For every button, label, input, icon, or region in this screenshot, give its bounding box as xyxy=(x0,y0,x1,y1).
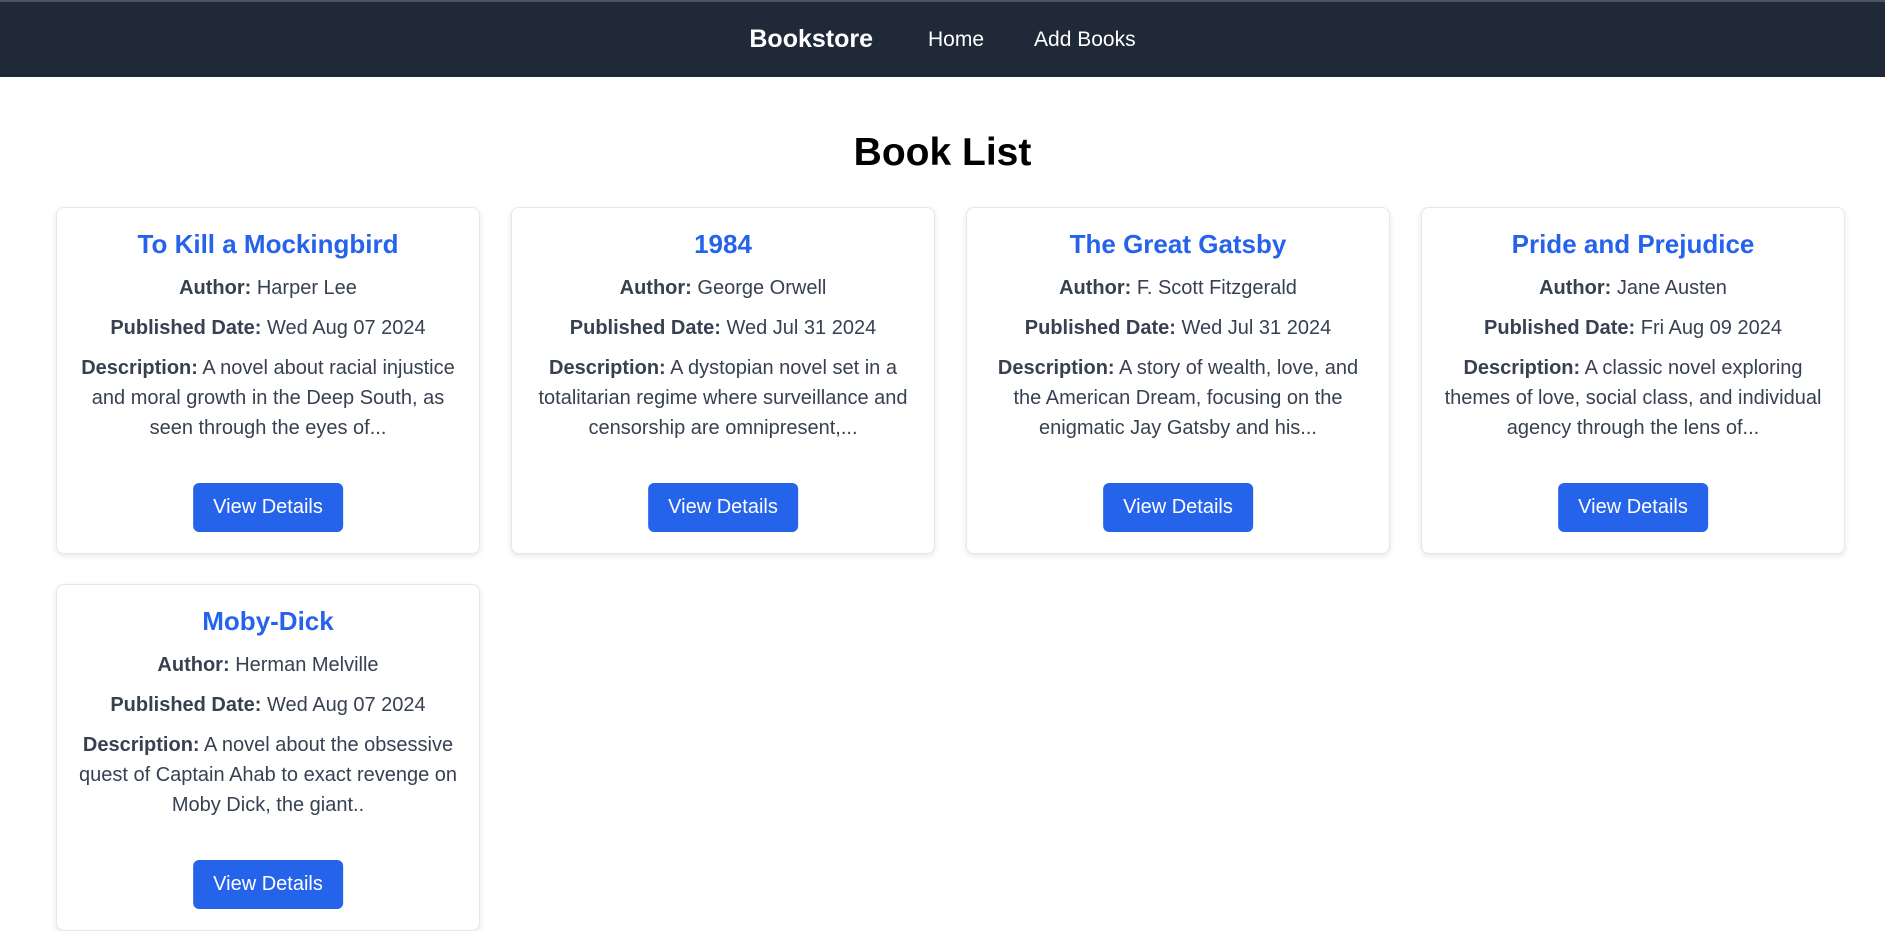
author-label: Author: xyxy=(157,654,230,676)
published-label: Published Date: xyxy=(1024,317,1176,339)
published-label: Published Date: xyxy=(1484,317,1636,339)
book-published: Published Date: Wed Jul 31 2024 xyxy=(985,313,1371,343)
author-value: F. Scott Fitzgerald xyxy=(1136,277,1297,299)
view-details-button[interactable]: View Details xyxy=(1103,483,1253,532)
published-value: Wed Jul 31 2024 xyxy=(726,317,877,339)
author-value: Herman Melville xyxy=(235,654,379,676)
book-published: Published Date: Wed Aug 07 2024 xyxy=(75,313,461,343)
book-card: The Great Gatsby Author: F. Scott Fitzge… xyxy=(966,207,1390,554)
author-value: Harper Lee xyxy=(256,277,357,299)
navbar: Bookstore Home Add Books xyxy=(0,2,1885,77)
book-description: Description: A story of wealth, love, an… xyxy=(985,353,1371,443)
book-author: Author: Herman Melville xyxy=(75,650,461,680)
author-value: George Orwell xyxy=(697,277,827,299)
author-value: Jane Austen xyxy=(1616,277,1727,299)
book-description: Description: A novel about the obsessive… xyxy=(75,730,461,820)
book-card: To Kill a Mockingbird Author: Harper Lee… xyxy=(56,207,480,554)
published-label: Published Date: xyxy=(110,317,262,339)
book-title[interactable]: Pride and Prejudice xyxy=(1440,228,1826,260)
nav-link-home[interactable]: Home xyxy=(928,28,984,52)
book-description: Description: A novel about racial injust… xyxy=(75,353,461,443)
nav-link-add-books[interactable]: Add Books xyxy=(1034,28,1136,52)
description-label: Description: xyxy=(1463,357,1581,379)
book-card: Moby-Dick Author: Herman Melville Publis… xyxy=(56,584,480,931)
book-author: Author: George Orwell xyxy=(530,273,916,303)
brand-logo-text[interactable]: Bookstore xyxy=(749,25,873,54)
book-title[interactable]: Moby-Dick xyxy=(75,605,461,637)
book-author: Author: Harper Lee xyxy=(75,273,461,303)
published-value: Fri Aug 09 2024 xyxy=(1640,317,1782,339)
published-value: Wed Aug 07 2024 xyxy=(267,694,426,716)
book-description: Description: A dystopian novel set in a … xyxy=(530,353,916,443)
view-details-button[interactable]: View Details xyxy=(193,860,343,909)
description-label: Description: xyxy=(549,357,666,379)
page-title: Book List xyxy=(853,131,1032,174)
view-details-button[interactable]: View Details xyxy=(648,483,798,532)
description-label: Description: xyxy=(997,357,1115,379)
author-label: Author: xyxy=(619,277,692,299)
published-label: Published Date: xyxy=(110,694,262,716)
published-value: Wed Jul 31 2024 xyxy=(1181,317,1332,339)
book-published: Published Date: Fri Aug 09 2024 xyxy=(1440,313,1826,343)
book-description: Description: A classic novel exploring t… xyxy=(1440,353,1826,443)
description-label: Description: xyxy=(82,734,200,756)
book-card: Pride and Prejudice Author: Jane Austen … xyxy=(1421,207,1845,554)
book-title[interactable]: 1984 xyxy=(530,228,916,260)
book-card: 1984 Author: George Orwell Published Dat… xyxy=(511,207,935,554)
view-details-button[interactable]: View Details xyxy=(1558,483,1708,532)
book-grid: To Kill a Mockingbird Author: Harper Lee… xyxy=(56,207,1845,931)
book-published: Published Date: Wed Aug 07 2024 xyxy=(75,690,461,720)
book-author: Author: Jane Austen xyxy=(1440,273,1826,303)
author-label: Author: xyxy=(1059,277,1132,299)
book-published: Published Date: Wed Jul 31 2024 xyxy=(530,313,916,343)
book-title[interactable]: The Great Gatsby xyxy=(985,228,1371,260)
description-label: Description: xyxy=(81,357,198,379)
view-details-button[interactable]: View Details xyxy=(193,483,343,532)
published-label: Published Date: xyxy=(569,317,721,339)
author-label: Author: xyxy=(1539,277,1612,299)
author-label: Author: xyxy=(179,277,252,299)
book-title[interactable]: To Kill a Mockingbird xyxy=(75,228,461,260)
book-author: Author: F. Scott Fitzgerald xyxy=(985,273,1371,303)
published-value: Wed Aug 07 2024 xyxy=(267,317,426,339)
